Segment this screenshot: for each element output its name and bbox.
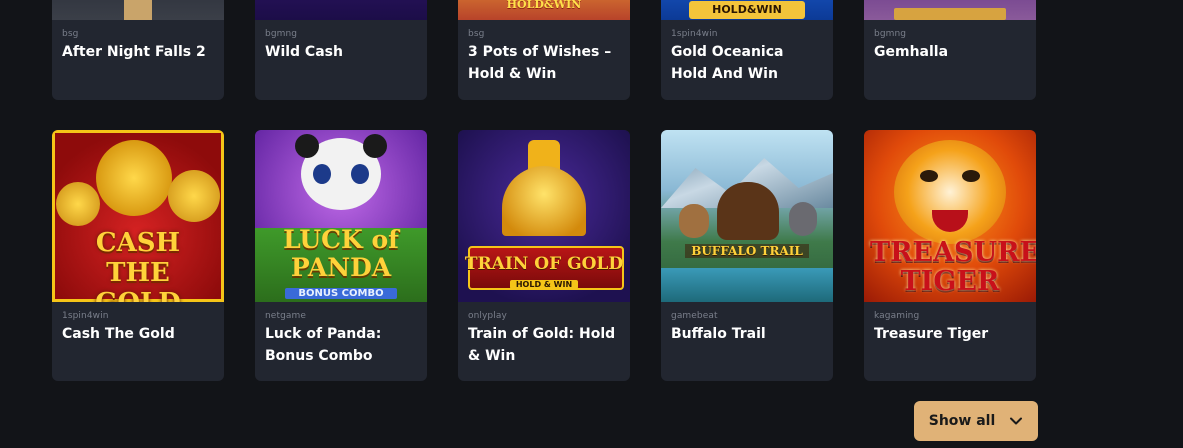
- game-grid-row-2: CASH THE GOLD 1spin4win Cash The Gold LU…: [52, 130, 1036, 381]
- game-provider: 1spin4win: [62, 311, 109, 321]
- game-art-text: TREASURE TIGER: [870, 237, 1036, 297]
- game-art-text: LUCK of PANDA: [283, 225, 399, 282]
- game-card[interactable]: HOLD&WIN 1spin4win Gold Oceanica Hold An…: [661, 0, 833, 100]
- game-art-subtext: HOLD & WIN: [510, 280, 578, 289]
- game-title: Train of Gold: Hold & Win: [468, 326, 616, 364]
- game-thumbnail: [864, 0, 1036, 20]
- game-provider: gamebeat: [671, 311, 718, 321]
- game-thumbnail: [255, 0, 427, 20]
- game-card[interactable]: bgmng Gemhalla: [864, 0, 1036, 100]
- game-card[interactable]: CASH THE GOLD 1spin4win Cash The Gold: [52, 130, 224, 381]
- game-provider: bgmng: [265, 29, 298, 39]
- game-title: Luck of Panda: Bonus Combo: [265, 326, 382, 364]
- game-art-subtext: BONUS COMBO: [285, 288, 397, 299]
- game-title: After Night Falls 2: [62, 44, 206, 60]
- game-thumbnail: [52, 0, 224, 20]
- game-title: Wild Cash: [265, 44, 343, 60]
- game-art-text: BUFFALO TRAIL: [685, 244, 809, 258]
- game-title: Treasure Tiger: [874, 326, 989, 342]
- game-card[interactable]: LUCK of PANDA BONUS COMBO netgame Luck o…: [255, 130, 427, 381]
- game-card[interactable]: bsg After Night Falls 2: [52, 0, 224, 100]
- show-all-button[interactable]: Show all: [914, 401, 1038, 441]
- game-art-text: CASH THE GOLD: [95, 228, 181, 302]
- game-card[interactable]: BUFFALO TRAIL gamebeat Buffalo Trail: [661, 130, 833, 381]
- game-title: 3 Pots of Wishes – Hold & Win: [468, 44, 612, 82]
- game-art-text: TRAIN OF GOLD: [464, 254, 624, 274]
- game-provider: bsg: [62, 29, 79, 39]
- game-thumbnail: HOLD&WIN: [458, 0, 630, 20]
- game-provider: onlyplay: [468, 311, 507, 321]
- game-title: Gold Oceanica Hold And Win: [671, 44, 784, 82]
- game-thumbnail: TRAIN OF GOLD HOLD & WIN: [458, 130, 630, 302]
- game-card[interactable]: TRAIN OF GOLD HOLD & WIN onlyplay Train …: [458, 130, 630, 381]
- game-title: Cash The Gold: [62, 326, 175, 342]
- game-thumbnail: BUFFALO TRAIL: [661, 130, 833, 302]
- game-art-text: HOLD&WIN: [712, 3, 782, 16]
- game-art-text: HOLD&WIN: [506, 0, 582, 11]
- game-thumbnail: CASH THE GOLD: [52, 130, 224, 302]
- game-title: Gemhalla: [874, 44, 949, 60]
- game-provider: kagaming: [874, 311, 920, 321]
- game-title: Buffalo Trail: [671, 326, 766, 342]
- game-provider: 1spin4win: [671, 29, 718, 39]
- game-provider: netgame: [265, 311, 307, 321]
- game-provider: bgmng: [874, 29, 907, 39]
- game-card[interactable]: TREASURE TIGER kagaming Treasure Tiger: [864, 130, 1036, 381]
- chevron-down-icon: [1009, 414, 1023, 428]
- show-all-label: Show all: [928, 413, 996, 429]
- game-provider: bsg: [468, 29, 485, 39]
- game-card[interactable]: bgmng Wild Cash: [255, 0, 427, 100]
- game-thumbnail: TREASURE TIGER: [864, 130, 1036, 302]
- game-grid-row-1: bsg After Night Falls 2 bgmng Wild Cash …: [52, 0, 1036, 100]
- game-thumbnail: HOLD&WIN: [661, 0, 833, 20]
- game-card[interactable]: HOLD&WIN bsg 3 Pots of Wishes – Hold & W…: [458, 0, 630, 100]
- game-thumbnail: LUCK of PANDA BONUS COMBO: [255, 130, 427, 302]
